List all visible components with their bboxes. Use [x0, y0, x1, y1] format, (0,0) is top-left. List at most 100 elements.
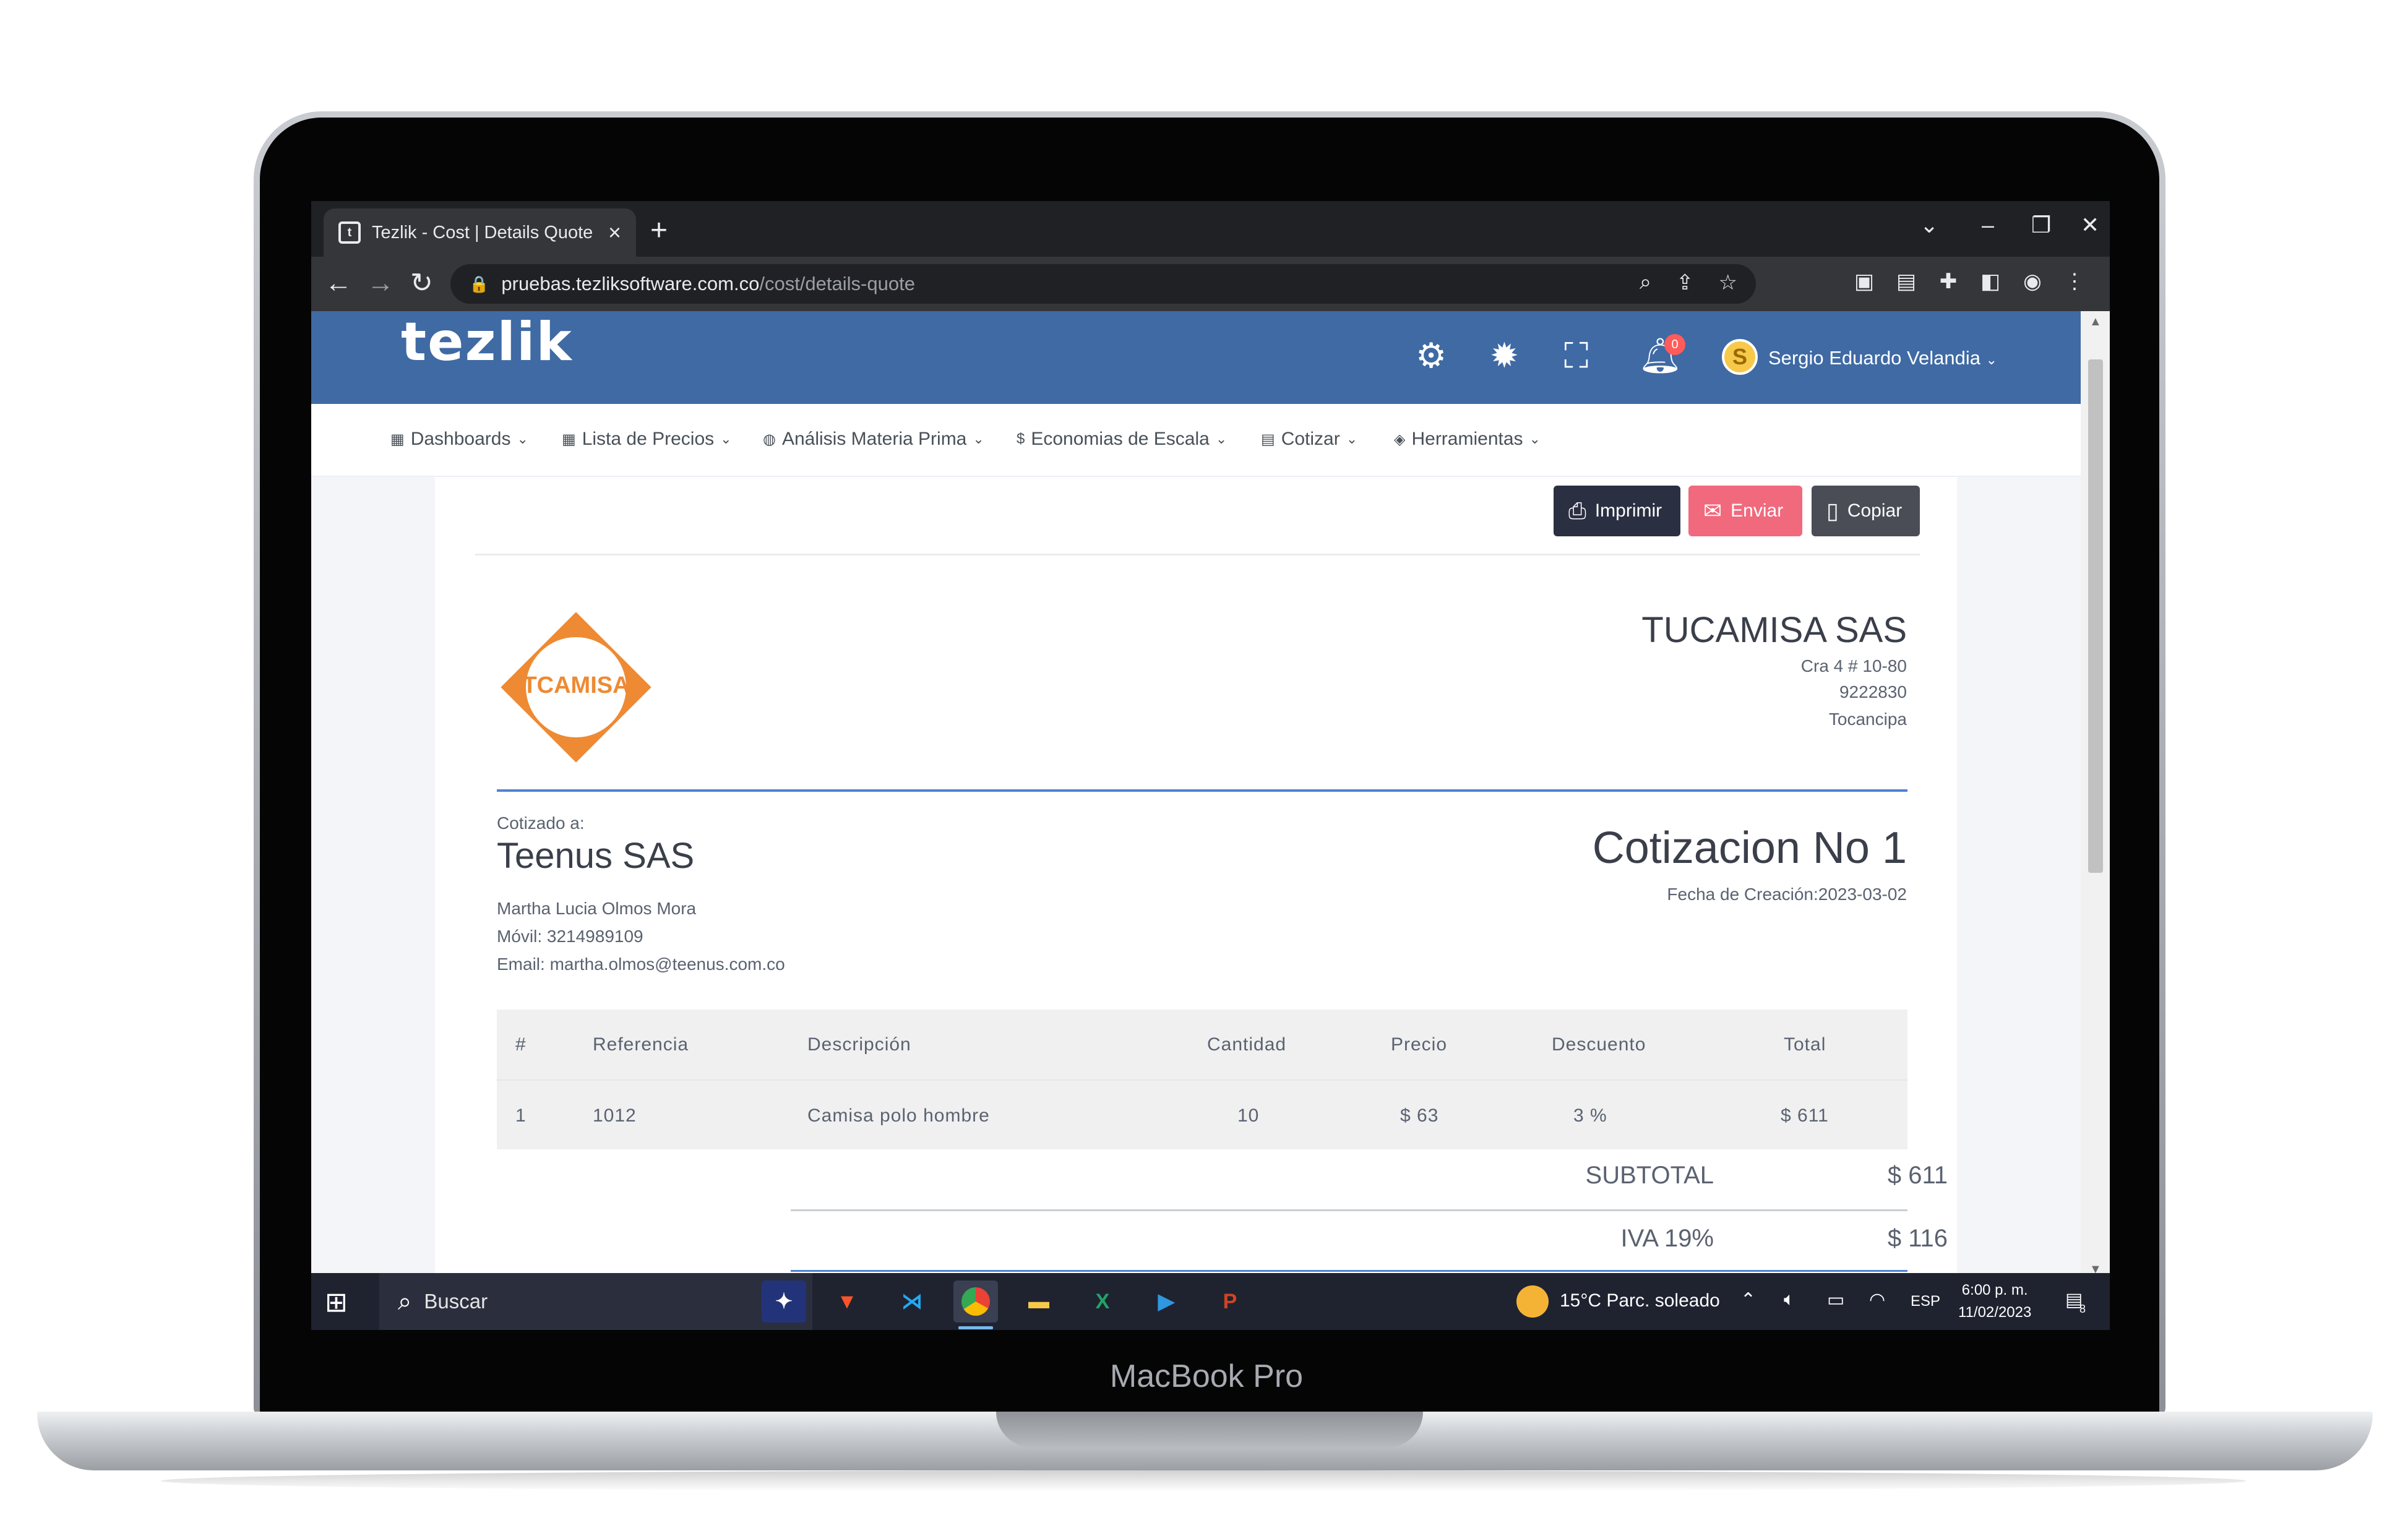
close-window-button[interactable]: ✕ [2081, 212, 2099, 238]
mail-icon: ✉ [1703, 498, 1722, 523]
page-scrollbar[interactable]: ▲ ▼ [2081, 311, 2110, 1287]
active-app-indicator [958, 1326, 993, 1329]
vscode-icon[interactable]: ⋊ [890, 1280, 934, 1323]
menu-item-dashboards[interactable]: ▦ Dashboards ⌄ [390, 429, 528, 450]
menu-item-lista-precios[interactable]: ▦ Lista de Precios ⌄ [562, 429, 732, 450]
new-tab-button[interactable]: + [650, 213, 668, 247]
table-header-cell: # [515, 1034, 527, 1055]
address-bar[interactable]: 🔒 pruebas.tezliksoftware.com.co /cost/de… [450, 264, 1756, 304]
table-header-cell: Referencia [593, 1034, 689, 1055]
totals-divider [791, 1209, 1907, 1211]
windows-start-icon[interactable]: ⊞ [325, 1287, 348, 1318]
copy-button[interactable]: ▯ Copiar [1812, 486, 1920, 536]
scrollbar-thumb[interactable] [2088, 359, 2103, 873]
minimize-button[interactable]: – [1982, 212, 1994, 238]
menu-item-label: Análisis Materia Prima [781, 429, 967, 449]
chrome-icon[interactable] [953, 1280, 998, 1323]
url-path: /cost/details-quote [759, 273, 915, 294]
notification-badge: 0 [1664, 334, 1685, 355]
extension-icon[interactable]: ▣ [1852, 269, 1877, 294]
quote-card [435, 477, 1957, 1287]
extension-icon[interactable]: ▤ [1894, 269, 1919, 294]
app-header: tezlik ⚙ ✹ ⛶ 🔔︎ 0 S Sergio Eduardo Velan… [311, 311, 2081, 404]
table-header-cell: Descripción [807, 1034, 911, 1055]
send-button[interactable]: ✉ Enviar [1688, 486, 1802, 536]
profile-avatar-icon[interactable]: ◉ [2020, 269, 2045, 294]
menu-item-economias[interactable]: $ Economias de Escala ⌄ [1017, 429, 1227, 450]
brave-browser-icon[interactable]: ▼ [825, 1280, 869, 1323]
send-label: Enviar [1731, 500, 1784, 521]
table-header-row: # Referencia Descripción Cantidad Precio… [497, 1010, 1907, 1079]
app-logo[interactable]: tezlik [401, 311, 573, 373]
taskbar-clock[interactable]: 6:00 p. m. 11/02/2023 [1958, 1279, 2031, 1324]
gear-icon[interactable]: ✹ [1490, 337, 1519, 374]
bookmark-star-icon[interactable]: ☆ [1719, 270, 1737, 295]
table-cell: $ 63 [1400, 1105, 1439, 1126]
tab-close-icon[interactable]: × [608, 220, 621, 246]
calculator-icon: ▤ [1261, 431, 1275, 448]
table-header-cell: Descuento [1552, 1034, 1646, 1055]
scroll-up-icon[interactable]: ▲ [2089, 315, 2102, 329]
weather-icon[interactable] [1516, 1285, 1549, 1318]
company-logo-text: TCAMISA [522, 672, 630, 698]
quote-date: Fecha de Creación:2023-03-02 [1667, 885, 1907, 904]
quote-table: # Referencia Descripción Cantidad Precio… [497, 1010, 1907, 1149]
language-indicator[interactable]: ESP [1911, 1293, 1940, 1310]
tab-favicon-icon: t [338, 221, 361, 244]
client-mobile: Móvil: 3214989109 [497, 927, 643, 946]
browser-tab[interactable]: t Tezlik - Cost | Details Quote × [324, 208, 636, 257]
menu-item-cotizar[interactable]: ▤ Cotizar ⌄ [1261, 429, 1357, 450]
user-avatar[interactable]: S [1722, 339, 1758, 375]
iva-value: $ 116 [1887, 1225, 1948, 1252]
totals-divider-blue [791, 1270, 1907, 1272]
restore-button[interactable]: ❐ [2031, 212, 2051, 238]
reload-button[interactable]: ↻ [410, 268, 433, 299]
browser-tab-strip: t Tezlik - Cost | Details Quote × + ⌄ – … [311, 201, 2110, 257]
media-player-icon[interactable]: ▶ [1144, 1280, 1189, 1323]
wifi-icon[interactable]: ◠ [1869, 1289, 1885, 1311]
print-button[interactable]: ⎙ Imprimir [1554, 486, 1680, 536]
table-row: 1 1012 Camisa polo hombre 10 $ 63 3 % $ … [497, 1079, 1907, 1149]
puzzle-icon[interactable]: ✚ [1936, 269, 1961, 294]
client-contact: Martha Lucia Olmos Mora [497, 899, 697, 918]
tab-search-icon[interactable]: ⌄ [1920, 212, 1938, 238]
price-list-icon: ▦ [562, 431, 576, 448]
laptop-shadow [161, 1470, 2246, 1491]
table-cell: 1012 [593, 1105, 637, 1126]
taskbar-search[interactable]: ⌕ Buscar [379, 1273, 812, 1330]
chevron-down-icon: ⌄ [1985, 352, 1998, 367]
chevron-down-icon: ⌄ [517, 431, 528, 447]
taskbar-search-label: Buscar [424, 1290, 488, 1313]
table-header-cell: Total [1784, 1034, 1826, 1055]
main-menu: ▦ Dashboards ⌄ ▦ Lista de Precios ⌄ ◍ An… [311, 404, 2081, 477]
laptop-brand: MacBook Pro [1109, 1358, 1304, 1394]
menu-item-analisis[interactable]: ◍ Análisis Materia Prima ⌄ [763, 429, 984, 450]
file-explorer-icon[interactable]: ▬ [1017, 1280, 1061, 1323]
menu-item-label: Herramientas [1411, 429, 1523, 449]
forward-button[interactable]: → [367, 268, 394, 299]
table-cell: 1 [515, 1105, 527, 1126]
volume-icon[interactable]: 🔈︎ [1784, 1289, 1795, 1310]
user-name: Sergio Eduardo Velandia [1768, 347, 1980, 369]
back-button[interactable]: ← [325, 268, 352, 299]
side-panel-icon[interactable]: ◧ [1978, 269, 2003, 294]
share-icon[interactable]: ⇪ [1676, 270, 1694, 295]
battery-icon[interactable]: ▭ [1827, 1289, 1844, 1311]
divider [475, 554, 1920, 555]
laptop-notch [996, 1412, 1423, 1447]
user-menu[interactable]: Sergio Eduardo Velandia ⌄ [1768, 347, 1997, 369]
quoted-to-label: Cotizado a: [497, 813, 585, 833]
chevron-up-icon[interactable]: ⌃ [1740, 1289, 1756, 1311]
settings-alt-icon[interactable]: ⚙ [1416, 337, 1447, 374]
zoom-icon[interactable]: ⌕ [1640, 270, 1651, 295]
powerpoint-icon[interactable]: P [1208, 1280, 1252, 1323]
night-sky-widget-icon[interactable]: ✦ [762, 1280, 806, 1323]
copy-label: Copiar [1847, 500, 1903, 521]
table-header-cell: Cantidad [1207, 1034, 1287, 1055]
menu-item-herramientas[interactable]: ◈ Herramientas ⌄ [1394, 429, 1541, 450]
screen: t Tezlik - Cost | Details Quote × + ⌄ – … [311, 201, 2110, 1330]
fullscreen-icon[interactable]: ⛶ [1564, 337, 1588, 374]
more-menu-icon[interactable]: ⋮ [2062, 269, 2087, 294]
weather-text[interactable]: 15°C Parc. soleado [1560, 1290, 1720, 1311]
excel-icon[interactable]: X [1080, 1280, 1125, 1323]
